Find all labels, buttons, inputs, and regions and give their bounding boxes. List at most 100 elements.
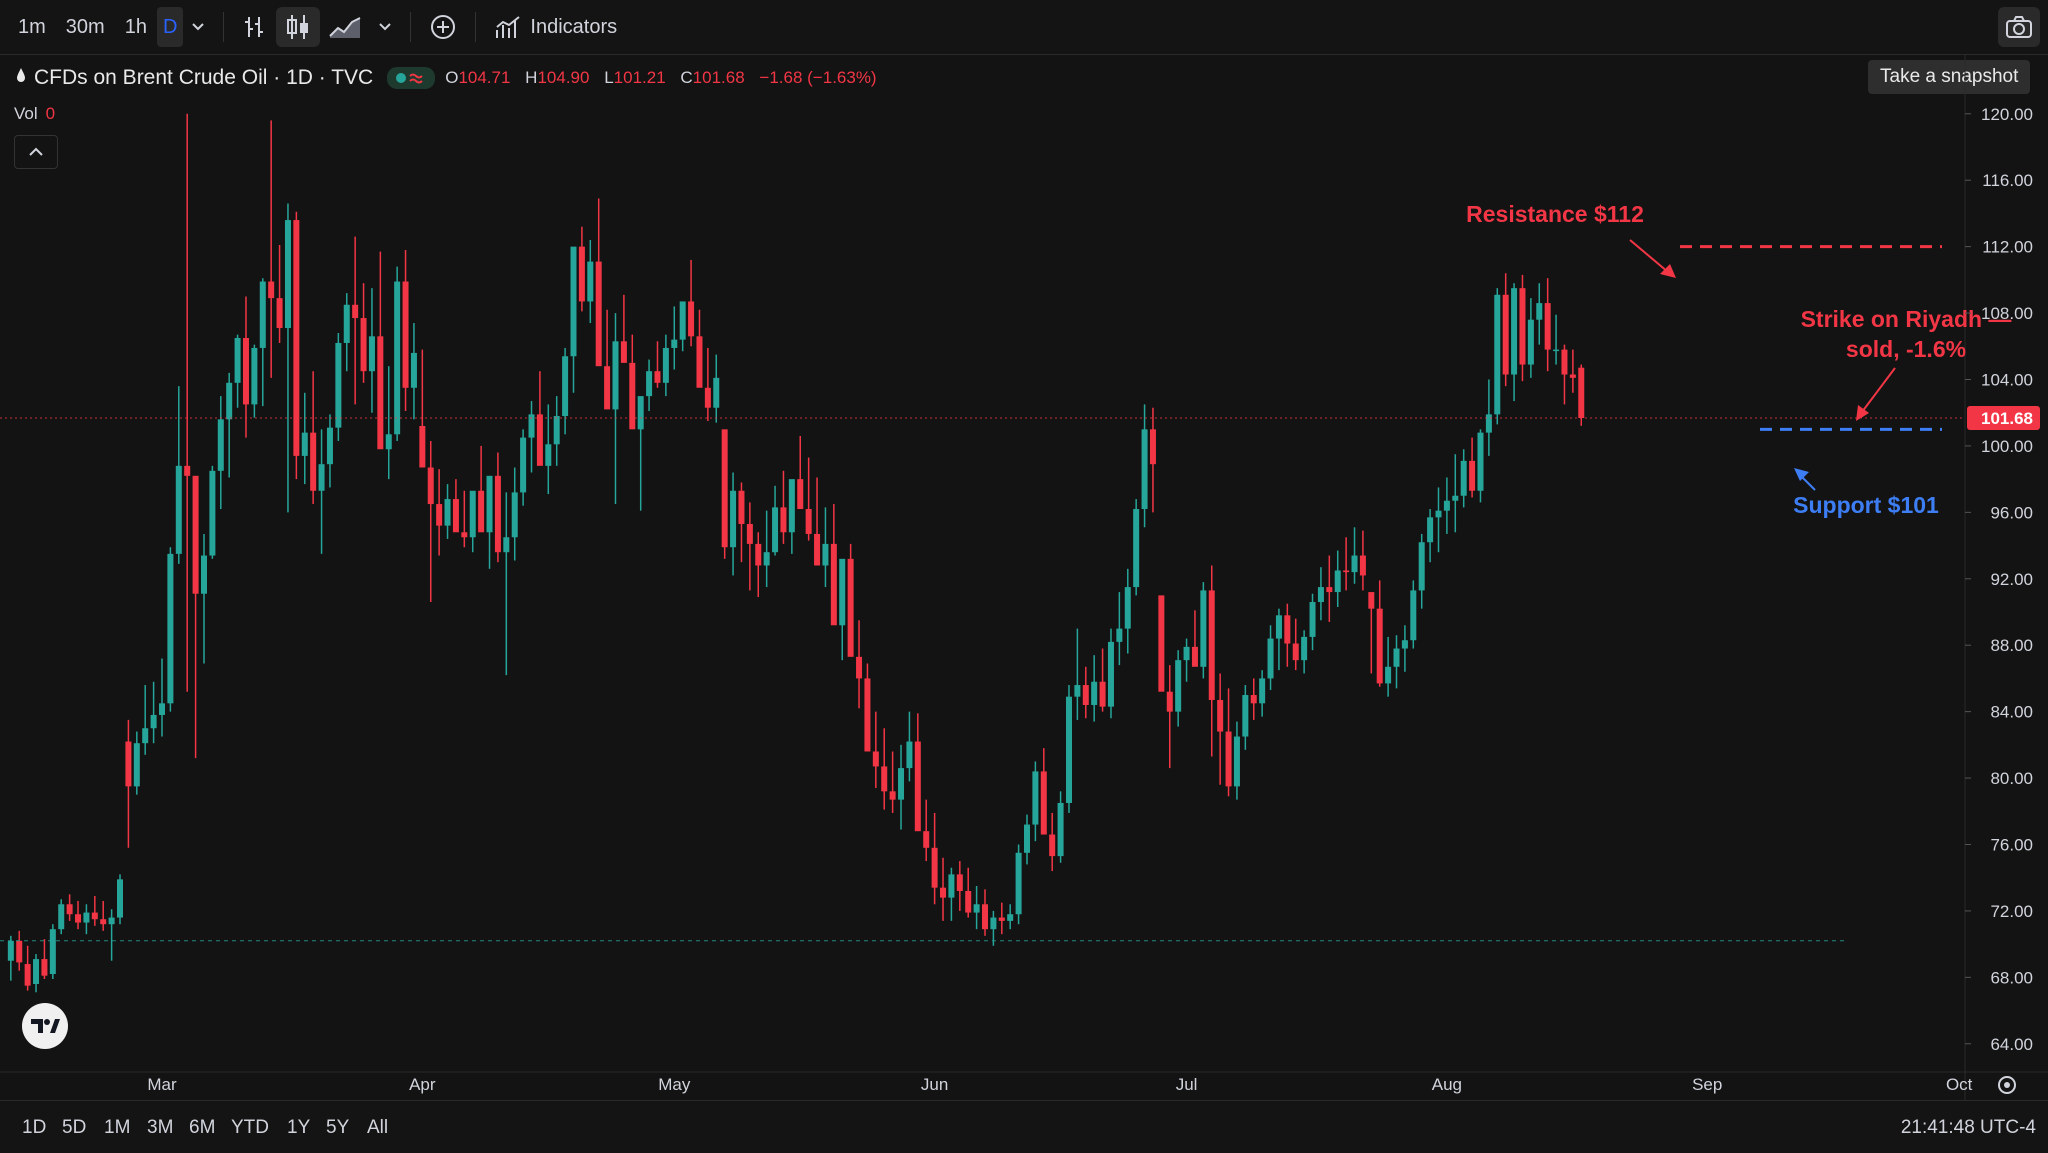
candle-body[interactable]	[192, 475, 199, 594]
candle-body[interactable]	[1091, 681, 1098, 705]
candle-body[interactable]	[746, 523, 753, 544]
candle-body[interactable]	[1099, 681, 1106, 707]
candle-body[interactable]	[1217, 700, 1224, 732]
candle-body[interactable]	[1553, 349, 1560, 352]
candle-body[interactable]	[1418, 542, 1425, 591]
candle-body[interactable]	[595, 261, 602, 367]
candle-body[interactable]	[1511, 288, 1518, 375]
candle-body[interactable]	[251, 347, 258, 405]
candle-body[interactable]	[604, 366, 611, 410]
candle-body[interactable]	[805, 509, 812, 534]
candle-body[interactable]	[982, 904, 989, 930]
candle-body[interactable]	[1074, 685, 1081, 697]
candle-body[interactable]	[520, 437, 527, 493]
candle-body[interactable]	[713, 377, 720, 408]
candle-body[interactable]	[637, 396, 644, 430]
candle-body[interactable]	[1191, 646, 1198, 667]
candle-body[interactable]	[864, 678, 871, 752]
candle-body[interactable]	[772, 507, 779, 553]
candle-body[interactable]	[1292, 643, 1299, 661]
candle-body[interactable]	[511, 492, 518, 538]
candle-body[interactable]	[940, 887, 947, 898]
candle-body[interactable]	[1351, 555, 1358, 573]
candle-body[interactable]	[923, 831, 930, 848]
candle-body[interactable]	[1443, 500, 1450, 511]
range-3m[interactable]: 3M	[147, 1117, 173, 1139]
candle-body[interactable]	[503, 537, 510, 553]
candle-body[interactable]	[1242, 695, 1249, 737]
candle-body[interactable]	[914, 741, 921, 832]
candle-body[interactable]	[1175, 660, 1182, 712]
candle-body[interactable]	[1452, 495, 1459, 501]
candle-body[interactable]	[33, 959, 40, 984]
candle-body[interactable]	[310, 432, 317, 491]
candle-body[interactable]	[217, 419, 224, 471]
candle-body[interactable]	[562, 356, 569, 417]
candle-body[interactable]	[1494, 294, 1501, 415]
candle-body[interactable]	[1519, 288, 1526, 365]
candle-body[interactable]	[948, 874, 955, 898]
candle-body[interactable]	[1133, 509, 1140, 588]
candle-body[interactable]	[276, 298, 283, 329]
candle-body[interactable]	[1544, 303, 1551, 350]
candle-body[interactable]	[427, 467, 434, 505]
candle-body[interactable]	[1015, 852, 1022, 915]
candle-body[interactable]	[973, 904, 980, 913]
candle-body[interactable]	[335, 342, 342, 428]
candle-body[interactable]	[612, 341, 619, 410]
candle-body[interactable]	[142, 728, 149, 744]
candle-body[interactable]	[780, 507, 787, 533]
candle-body[interactable]	[763, 552, 770, 566]
candle-body[interactable]	[242, 337, 249, 405]
candle-body[interactable]	[385, 434, 392, 450]
candle-body[interactable]	[343, 304, 350, 343]
candle-body[interactable]	[578, 246, 585, 302]
candle-body[interactable]	[965, 890, 972, 913]
candle-body[interactable]	[469, 490, 476, 538]
candle-body[interactable]	[1401, 640, 1408, 649]
candle-body[interactable]	[1301, 636, 1308, 661]
candle-body[interactable]	[721, 429, 728, 548]
candle-body[interactable]	[1317, 587, 1324, 603]
candle-body[interactable]	[41, 959, 48, 976]
candle-body[interactable]	[1469, 460, 1476, 491]
candle-body[interactable]	[1578, 367, 1585, 419]
candle-body[interactable]	[360, 318, 367, 372]
candle-body[interactable]	[49, 929, 56, 975]
candle-body[interactable]	[125, 741, 132, 787]
market-status-badge[interactable]	[387, 67, 436, 89]
candle-body[interactable]	[545, 444, 552, 466]
candle-body[interactable]	[133, 743, 140, 787]
candle-body[interactable]	[200, 555, 207, 594]
candle-body[interactable]	[1233, 736, 1240, 787]
candle-body[interactable]	[990, 917, 997, 930]
candle-body[interactable]	[301, 432, 308, 456]
candle-body[interactable]	[24, 964, 31, 986]
candle-body[interactable]	[1427, 517, 1434, 543]
candle-body[interactable]	[352, 304, 359, 319]
candle-body[interactable]	[1309, 602, 1316, 637]
candle-body[interactable]	[814, 533, 821, 566]
candle-body[interactable]	[1326, 587, 1333, 593]
candle-body[interactable]	[461, 532, 468, 538]
tradingview-logo[interactable]	[22, 1003, 68, 1049]
candle-body[interactable]	[536, 414, 543, 466]
candle-body[interactable]	[394, 281, 401, 435]
candle-body[interactable]	[486, 475, 493, 533]
candle-body[interactable]	[318, 464, 325, 491]
candle-body[interactable]	[1124, 587, 1131, 629]
candle-body[interactable]	[587, 261, 594, 302]
candle-body[interactable]	[1359, 555, 1366, 576]
symbol-title[interactable]: CFDs on Brent Crude Oil · 1D · TVC	[34, 66, 373, 90]
candle-body[interactable]	[284, 220, 291, 329]
candle-body[interactable]	[1284, 615, 1291, 644]
candle-body[interactable]	[704, 387, 711, 408]
candle-body[interactable]	[478, 490, 485, 533]
candle-body[interactable]	[906, 741, 913, 769]
candle-body[interactable]	[1023, 824, 1030, 853]
range-6m[interactable]: 6M	[189, 1117, 215, 1139]
candle-body[interactable]	[1049, 834, 1056, 857]
candle-body[interactable]	[1267, 638, 1274, 679]
collapse-legend-button[interactable]	[14, 135, 58, 169]
candle-body[interactable]	[1149, 429, 1156, 465]
